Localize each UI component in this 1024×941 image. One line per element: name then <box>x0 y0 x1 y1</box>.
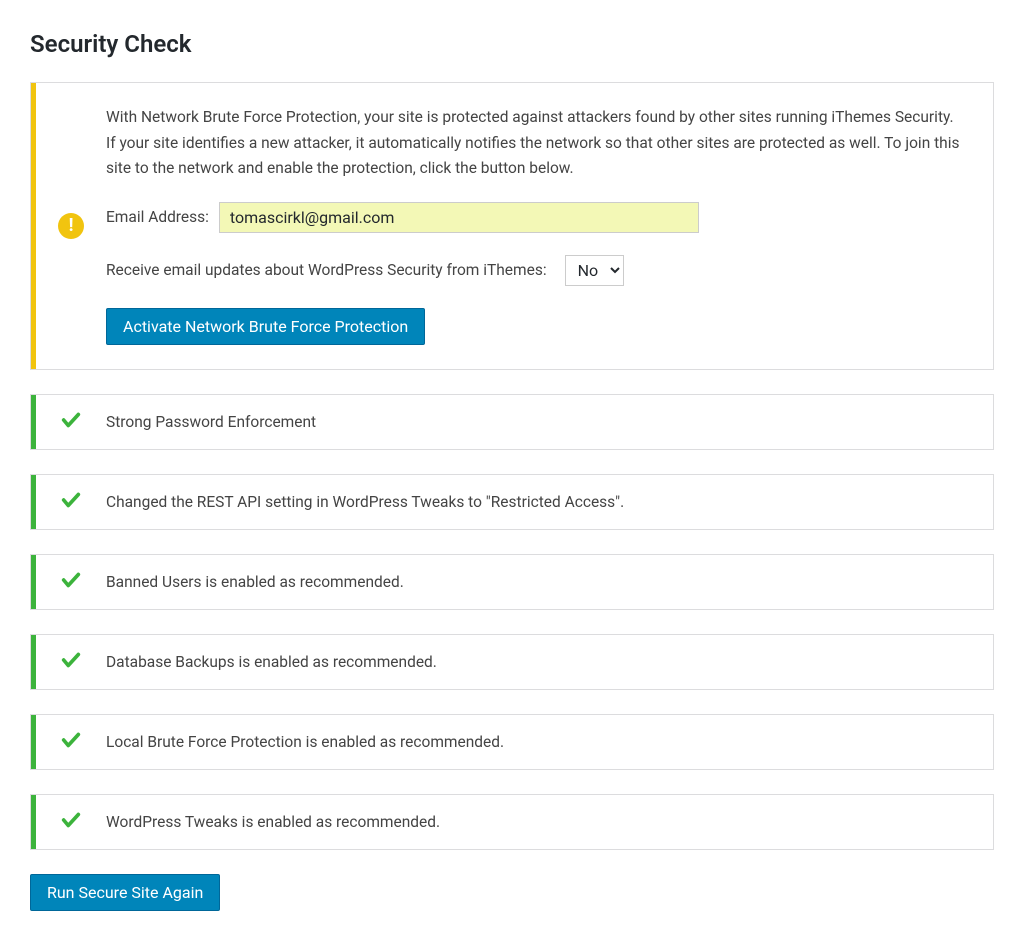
warning-notice: ! With Network Brute Force Protection, y… <box>30 82 994 370</box>
status-icon-col <box>36 555 106 609</box>
updates-select[interactable]: No <box>565 255 624 286</box>
email-row: Email Address: <box>106 202 963 233</box>
warning-content: With Network Brute Force Protection, you… <box>106 83 993 369</box>
email-label: Email Address: <box>106 208 209 226</box>
exclamation-icon: ! <box>58 213 84 239</box>
activate-button[interactable]: Activate Network Brute Force Protection <box>106 308 425 345</box>
status-text: WordPress Tweaks is enabled as recommend… <box>106 799 460 845</box>
status-icon-col <box>36 715 106 769</box>
updates-label: Receive email updates about WordPress Se… <box>106 261 547 279</box>
status-row: Database Backups is enabled as recommend… <box>30 634 994 690</box>
status-icon-col <box>36 795 106 849</box>
status-icon-col <box>36 635 106 689</box>
status-row: Strong Password Enforcement <box>30 394 994 450</box>
status-text: Banned Users is enabled as recommended. <box>106 559 424 605</box>
check-icon <box>60 729 82 755</box>
status-row: Local Brute Force Protection is enabled … <box>30 714 994 770</box>
status-row: WordPress Tweaks is enabled as recommend… <box>30 794 994 850</box>
check-icon <box>60 809 82 835</box>
status-row: Banned Users is enabled as recommended. <box>30 554 994 610</box>
email-input[interactable] <box>219 202 699 233</box>
status-text: Database Backups is enabled as recommend… <box>106 639 457 685</box>
status-icon-col <box>36 475 106 529</box>
run-secure-again-button[interactable]: Run Secure Site Again <box>30 874 220 911</box>
status-row: Changed the REST API setting in WordPres… <box>30 474 994 530</box>
warning-description: With Network Brute Force Protection, you… <box>106 105 963 182</box>
page-title: Security Check <box>30 30 994 58</box>
status-text: Strong Password Enforcement <box>106 399 336 445</box>
check-icon <box>60 649 82 675</box>
status-text: Local Brute Force Protection is enabled … <box>106 719 524 765</box>
check-icon <box>60 569 82 595</box>
status-text: Changed the REST API setting in WordPres… <box>106 479 644 525</box>
updates-row: Receive email updates about WordPress Se… <box>106 255 963 286</box>
check-icon <box>60 489 82 515</box>
warning-icon-col: ! <box>36 83 106 369</box>
status-icon-col <box>36 395 106 449</box>
check-icon <box>60 409 82 435</box>
